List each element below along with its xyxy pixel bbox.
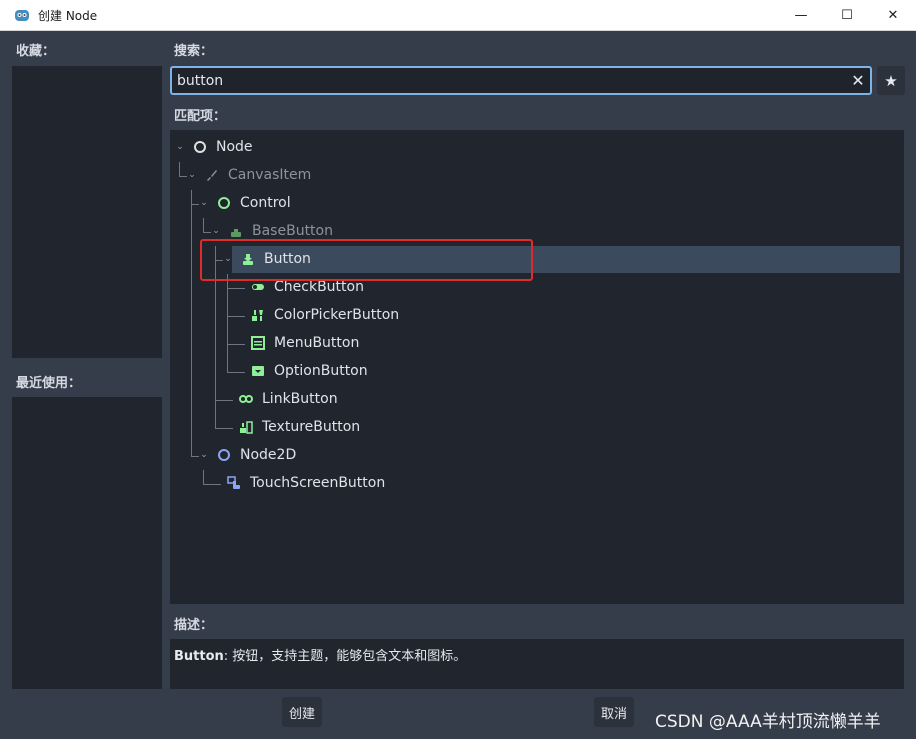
description-panel: Button: 按钮，支持主题，能够包含文本和图标。 <box>170 639 904 689</box>
tree-item-label: TextureButton <box>262 419 361 435</box>
clear-search-icon[interactable]: ✕ <box>846 68 870 93</box>
tree-guide <box>203 484 221 485</box>
tree-guide <box>179 162 180 176</box>
search-input[interactable] <box>172 68 846 93</box>
tree-item-optionbutton[interactable]: OptionButton <box>250 358 368 384</box>
favorites-label: 收藏： <box>16 44 56 59</box>
texture-button-icon <box>238 419 254 435</box>
favorites-list[interactable] <box>12 66 162 358</box>
close-window-button[interactable]: ✕ <box>870 0 916 31</box>
tree-item-label: ColorPickerButton <box>274 307 400 323</box>
search-label: 搜索： <box>174 44 214 59</box>
watermark-text: CSDN @AAA羊村顶流懒羊羊 <box>655 712 881 732</box>
tree-item-control[interactable]: ⌄ Control <box>198 190 291 216</box>
tree-guide <box>215 428 233 429</box>
tree-item-label: TouchScreenButton <box>250 475 386 491</box>
tree-item-label: OptionButton <box>274 363 368 379</box>
tree-item-touchscreenbutton[interactable]: TouchScreenButton <box>226 470 385 496</box>
node-circle-icon <box>192 139 208 155</box>
matches-label: 匹配项： <box>174 109 227 124</box>
create-button[interactable]: 创建 <box>282 697 322 727</box>
window-title: 创建 Node <box>38 8 98 23</box>
tree-guide <box>215 400 233 401</box>
tree-item-colorpickerbutton[interactable]: ColorPickerButton <box>250 302 399 328</box>
tree-item-label: BaseButton <box>252 223 333 239</box>
description-text: : 按钮，支持主题，能够包含文本和图标。 <box>223 649 467 664</box>
option-icon <box>250 363 266 379</box>
tree-item-linkbutton[interactable]: LinkButton <box>238 386 338 412</box>
tree-item-texturebutton[interactable]: TextureButton <box>238 414 360 440</box>
chevron-down-icon[interactable]: ⌄ <box>198 198 210 208</box>
tree-item-label: CanvasItem <box>228 167 312 183</box>
tree-item-label: Node2D <box>240 447 297 463</box>
tree-guide <box>227 288 245 289</box>
tree-guide <box>227 316 245 317</box>
title-bar: 创建 Node — ☐ ✕ <box>0 0 916 31</box>
tree-guide <box>191 190 192 456</box>
maximize-button[interactable]: ☐ <box>824 0 870 31</box>
chevron-down-icon[interactable]: ⌄ <box>186 170 198 180</box>
tree-item-label: CheckButton <box>274 279 364 295</box>
tree-item-label: Node <box>216 139 253 155</box>
node2d-circle-icon <box>216 447 232 463</box>
tree-item-node2d[interactable]: ⌄ Node2D <box>198 442 296 468</box>
control-circle-icon <box>216 195 232 211</box>
touch-icon <box>226 475 242 491</box>
tree-item-node[interactable]: ⌄ Node <box>174 134 253 160</box>
recent-list[interactable] <box>12 397 162 689</box>
tree-item-menubutton[interactable]: MenuButton <box>250 330 359 356</box>
annotation-highlight-box <box>200 239 533 281</box>
recent-label: 最近使用： <box>16 376 82 391</box>
menu-icon <box>250 335 266 351</box>
godot-logo-icon <box>14 7 30 23</box>
color-picker-icon <box>250 307 266 323</box>
tree-guide <box>203 218 204 232</box>
tree-item-label: Control <box>240 195 291 211</box>
description-class-name: Button <box>174 649 224 664</box>
tree-item-label: LinkButton <box>262 391 338 407</box>
minimize-button[interactable]: — <box>778 0 824 31</box>
toggle-icon <box>250 279 266 295</box>
cancel-button[interactable]: 取消 <box>594 697 634 727</box>
base-button-icon <box>228 223 244 239</box>
chevron-down-icon[interactable]: ⌄ <box>198 450 210 460</box>
tree-item-canvasitem[interactable]: ⌄ CanvasItem <box>186 162 311 188</box>
search-box: ✕ <box>170 66 872 95</box>
chevron-down-icon[interactable]: ⌄ <box>174 142 186 152</box>
tree-guide <box>227 344 245 345</box>
brush-icon <box>204 167 220 183</box>
tree-item-label: MenuButton <box>274 335 360 351</box>
tree-guide <box>203 470 204 484</box>
link-icon <box>238 391 254 407</box>
tree-guide <box>227 372 245 373</box>
favorite-star-button[interactable]: ★ <box>877 66 905 95</box>
chevron-down-icon[interactable]: ⌄ <box>210 226 222 236</box>
description-label: 描述： <box>174 618 214 633</box>
